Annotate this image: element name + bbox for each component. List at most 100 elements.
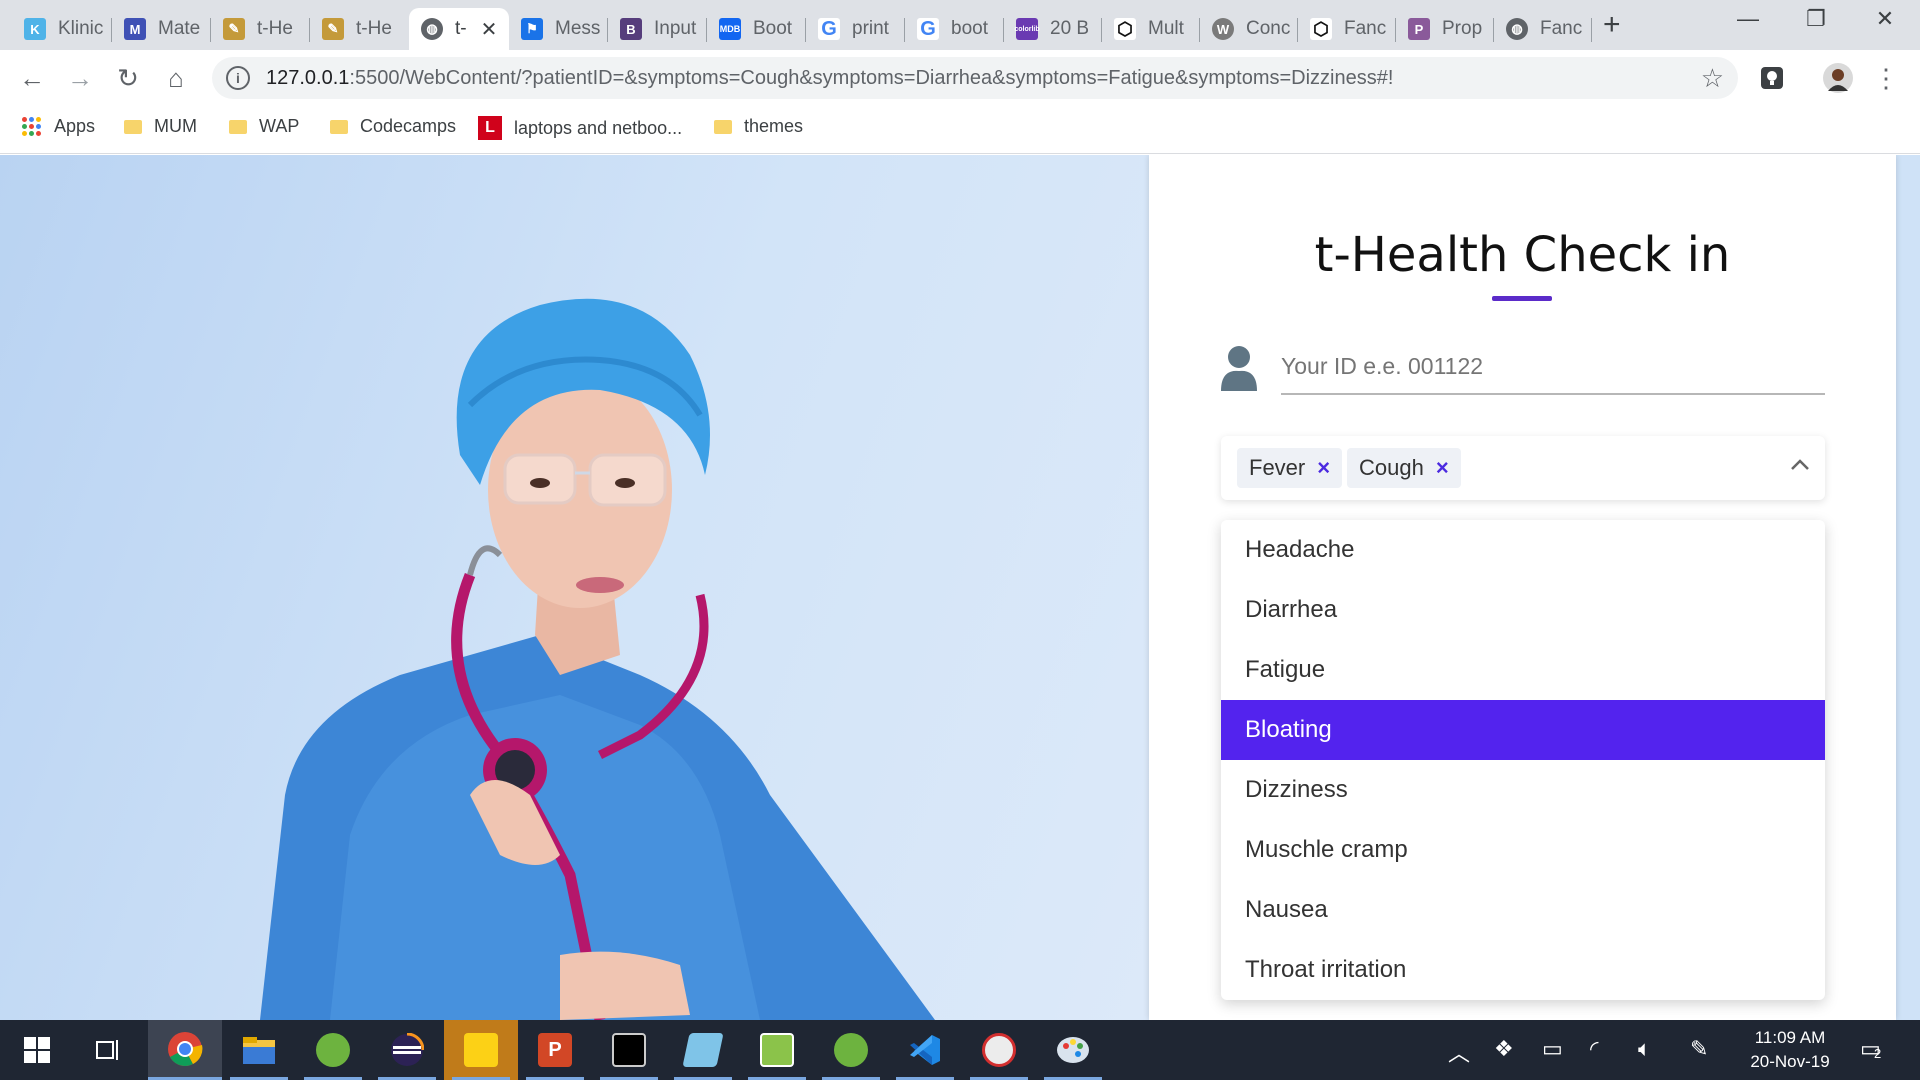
bookmark-folder[interactable]: themes (714, 116, 803, 137)
task-view-button[interactable] (70, 1020, 144, 1080)
minimize-button[interactable]: — (1718, 6, 1778, 32)
taskbar-powerpoint[interactable]: P (518, 1020, 592, 1080)
taskbar-clock[interactable]: 11:09 AM 20-Nov-19 (1730, 1026, 1850, 1074)
dropdown-option[interactable]: Throat irritation (1221, 940, 1825, 1000)
site-favicon-icon: L (478, 116, 502, 140)
taskbar-file-explorer[interactable] (222, 1020, 296, 1080)
menu-kebab-icon[interactable]: ⋮ (1868, 60, 1904, 96)
dropdown-option[interactable]: Nausea (1221, 880, 1825, 940)
reload-button[interactable]: ↻ (110, 60, 146, 96)
browser-tab[interactable]: colorlib 20 B (1004, 8, 1102, 50)
bookmarks-bar: Apps MUM WAP Codecamps L laptops and net… (0, 106, 1920, 154)
browser-tab[interactable]: ⬡ Fanc (1298, 8, 1396, 50)
home-button[interactable]: ⌂ (158, 60, 194, 96)
notification-center-button[interactable]: ▭ 2 (1860, 1036, 1881, 1062)
browser-tab-active[interactable]: ◍ t- ✕ (409, 8, 509, 50)
windows-taskbar: P ︿ ❖ ▭ ◜ 🔈︎ ✎ 11:09 AM 20-Nov-19 ▭ 2 (0, 1020, 1920, 1080)
start-button[interactable] (0, 1020, 74, 1080)
taskbar-vscode[interactable] (888, 1020, 962, 1080)
browser-tab[interactable]: G print (806, 8, 905, 50)
mdb-icon: MDB (719, 18, 741, 40)
patient-id-input[interactable] (1281, 339, 1825, 395)
browser-tab[interactable]: ⚑ Mess (509, 8, 608, 50)
t-health-icon: ✎ (223, 18, 245, 40)
browser-tab[interactable]: B Input (608, 8, 707, 50)
bookmark-folder[interactable]: WAP (229, 116, 299, 137)
chevron-up-icon[interactable] (1789, 454, 1811, 476)
browser-tab-strip: K Klinic M Mate ✎ t-He ✎ t-He ◍ t- ✕ ⚑ M… (0, 0, 1920, 50)
browser-toolbar: ← → ↻ ⌂ i 127.0.0.1:5500/WebContent/?pat… (0, 50, 1920, 106)
material-icon: M (124, 18, 146, 40)
browser-tab[interactable]: K Klinic (12, 8, 112, 50)
battery-icon[interactable]: ▭ (1542, 1036, 1563, 1062)
taskbar-snipping-tool[interactable] (962, 1020, 1036, 1080)
apps-grid-icon (22, 116, 42, 137)
dropdown-option[interactable]: Fatigue (1221, 640, 1825, 700)
browser-tab[interactable]: P Prop (1396, 8, 1494, 50)
wifi-icon[interactable]: ◜ (1590, 1036, 1599, 1062)
extension-icon[interactable] (1754, 60, 1790, 96)
klinic-icon: K (24, 18, 46, 40)
taskbar-notebook-app[interactable] (666, 1020, 740, 1080)
browser-tab[interactable]: G boot (905, 8, 1004, 50)
bookmark-star-icon[interactable]: ☆ (1701, 63, 1724, 94)
browser-tab[interactable]: M Mate (112, 8, 211, 50)
dropbox-icon[interactable]: ❖ (1494, 1036, 1514, 1062)
taskbar-image-editor[interactable] (740, 1020, 814, 1080)
dropdown-option-highlighted[interactable]: Bloating (1221, 700, 1825, 760)
folder-icon (243, 1037, 275, 1064)
close-tab-icon[interactable]: ✕ (481, 17, 498, 42)
browser-tab[interactable]: W Conc (1200, 8, 1298, 50)
google-icon: G (818, 18, 840, 40)
remove-chip-icon[interactable]: × (1317, 455, 1330, 481)
page-content: t-Health Check in Fever × Cough × Headac… (0, 155, 1920, 1020)
restore-button[interactable]: ❐ (1786, 6, 1846, 32)
bookmark-folder[interactable]: MUM (124, 116, 197, 137)
taskbar-eclipse[interactable] (370, 1020, 444, 1080)
volume-icon[interactable]: 🔈︎ (1638, 1036, 1651, 1062)
browser-tab[interactable]: ⬡ Mult (1102, 8, 1200, 50)
taskbar-sticky-notes[interactable] (444, 1020, 518, 1080)
dropdown-option[interactable]: Headache (1221, 520, 1825, 580)
close-window-button[interactable]: ✕ (1855, 6, 1915, 32)
address-bar[interactable]: i 127.0.0.1:5500/WebContent/?patientID=&… (212, 57, 1738, 99)
bookmark-apps[interactable]: Apps (22, 116, 95, 137)
dropdown-option[interactable]: Dizziness (1221, 760, 1825, 820)
image-editor-icon (760, 1033, 794, 1067)
taskbar-paint[interactable] (1036, 1020, 1110, 1080)
t-health-icon: ✎ (322, 18, 344, 40)
browser-tab[interactable]: ✎ t-He (211, 8, 310, 50)
url-text[interactable]: 127.0.0.1:5500/WebContent/?patientID=&sy… (266, 67, 1393, 90)
browser-tab[interactable]: ◍ Fanc (1494, 8, 1592, 50)
symptoms-multiselect[interactable]: Fever × Cough × (1221, 436, 1825, 500)
taskbar-terminal[interactable] (592, 1020, 666, 1080)
selected-symptom-chip: Cough × (1347, 448, 1461, 488)
pen-icon[interactable]: ✎ (1690, 1036, 1708, 1062)
paint-palette-icon (1057, 1037, 1089, 1063)
remove-chip-icon[interactable]: × (1436, 455, 1449, 481)
dropdown-option[interactable]: Diarrhea (1221, 580, 1825, 640)
doctor-illustration (260, 298, 935, 1020)
site-info-icon[interactable]: i (226, 66, 250, 90)
taskbar-spring-tool-2[interactable] (814, 1020, 888, 1080)
codepen-icon: ⬡ (1310, 18, 1332, 40)
show-hidden-icons-chevron-icon[interactable]: ︿ (1448, 1036, 1470, 1068)
dropdown-option[interactable]: Muschle cramp (1221, 820, 1825, 880)
chrome-icon (168, 1031, 203, 1066)
profile-avatar[interactable] (1820, 60, 1856, 96)
check-in-card: t-Health Check in Fever × Cough × Headac… (1149, 155, 1896, 1020)
eclipse-icon (391, 1033, 424, 1066)
taskbar-spring-tool[interactable] (296, 1020, 370, 1080)
colorlib-icon: colorlib (1014, 18, 1040, 40)
snipping-icon (982, 1033, 1016, 1067)
bookmark-site[interactable]: L laptops and netboo... (478, 116, 682, 140)
browser-tab[interactable]: MDB Boot (707, 8, 806, 50)
new-tab-button[interactable]: + (1603, 8, 1621, 42)
taskbar-chrome[interactable] (148, 1020, 222, 1080)
bookmark-folder[interactable]: Codecamps (330, 116, 456, 137)
forward-button[interactable]: → (62, 60, 98, 96)
vscode-icon (910, 1035, 940, 1065)
spring-icon (834, 1033, 868, 1067)
browser-tab[interactable]: ✎ t-He (310, 8, 409, 50)
back-button[interactable]: ← (14, 60, 50, 96)
